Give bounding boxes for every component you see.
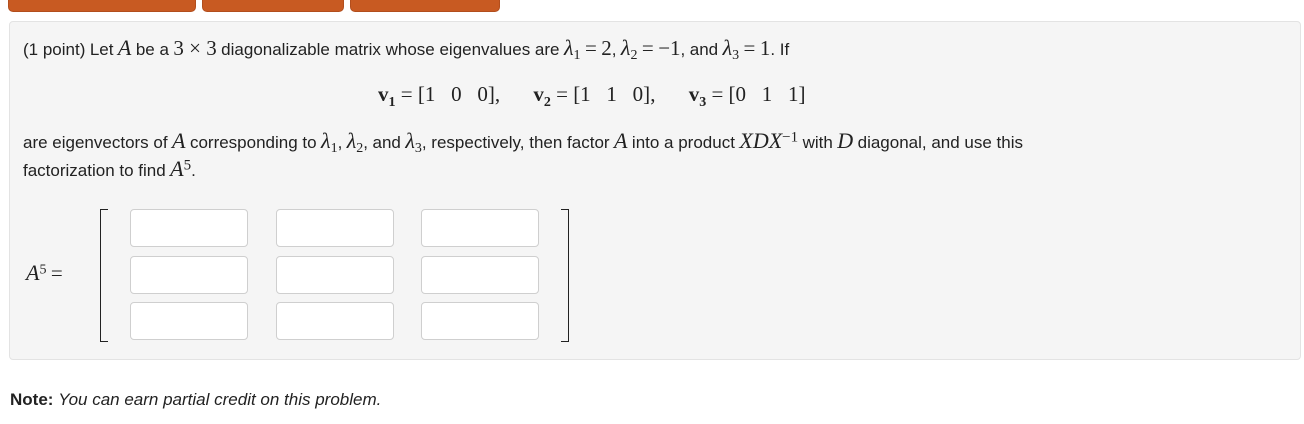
answer-cell-r1-c1[interactable]: [130, 209, 248, 247]
answer-cell-r2-c2[interactable]: [276, 256, 394, 294]
top-button-3[interactable]: [350, 0, 500, 12]
answer-cell-r3-c3[interactable]: [421, 302, 539, 340]
eigenvector-equations: v1 = [1 0 0], v2 = [1 1 0], v3 = [0 1 1]: [378, 82, 806, 111]
answer-cell-r1-c3[interactable]: [421, 209, 539, 247]
answer-cell-r3-c2[interactable]: [276, 302, 394, 340]
problem-statement-line-1: (1 point) Let A be a 3 × 3 diagonalizabl…: [23, 35, 790, 64]
answer-cell-r2-c3[interactable]: [421, 256, 539, 294]
partial-credit-note: Note: You can earn partial credit on thi…: [10, 390, 382, 409]
answer-cell-r1-c2[interactable]: [276, 209, 394, 247]
problem-statement-line-4: factorization to find A5.: [23, 156, 196, 181]
answer-cell-r2-c1[interactable]: [130, 256, 248, 294]
top-button-1[interactable]: [8, 0, 196, 12]
matrix-left-bracket: [100, 209, 108, 342]
answer-label: A5 =: [26, 260, 63, 285]
problem-panel: (1 point) Let A be a 3 × 3 diagonalizabl…: [9, 21, 1301, 360]
answer-cell-r3-c1[interactable]: [130, 302, 248, 340]
matrix-right-bracket: [561, 209, 569, 342]
top-button-2[interactable]: [202, 0, 344, 12]
problem-statement-line-3: are eigenvectors of A corresponding to λ…: [23, 128, 1024, 157]
